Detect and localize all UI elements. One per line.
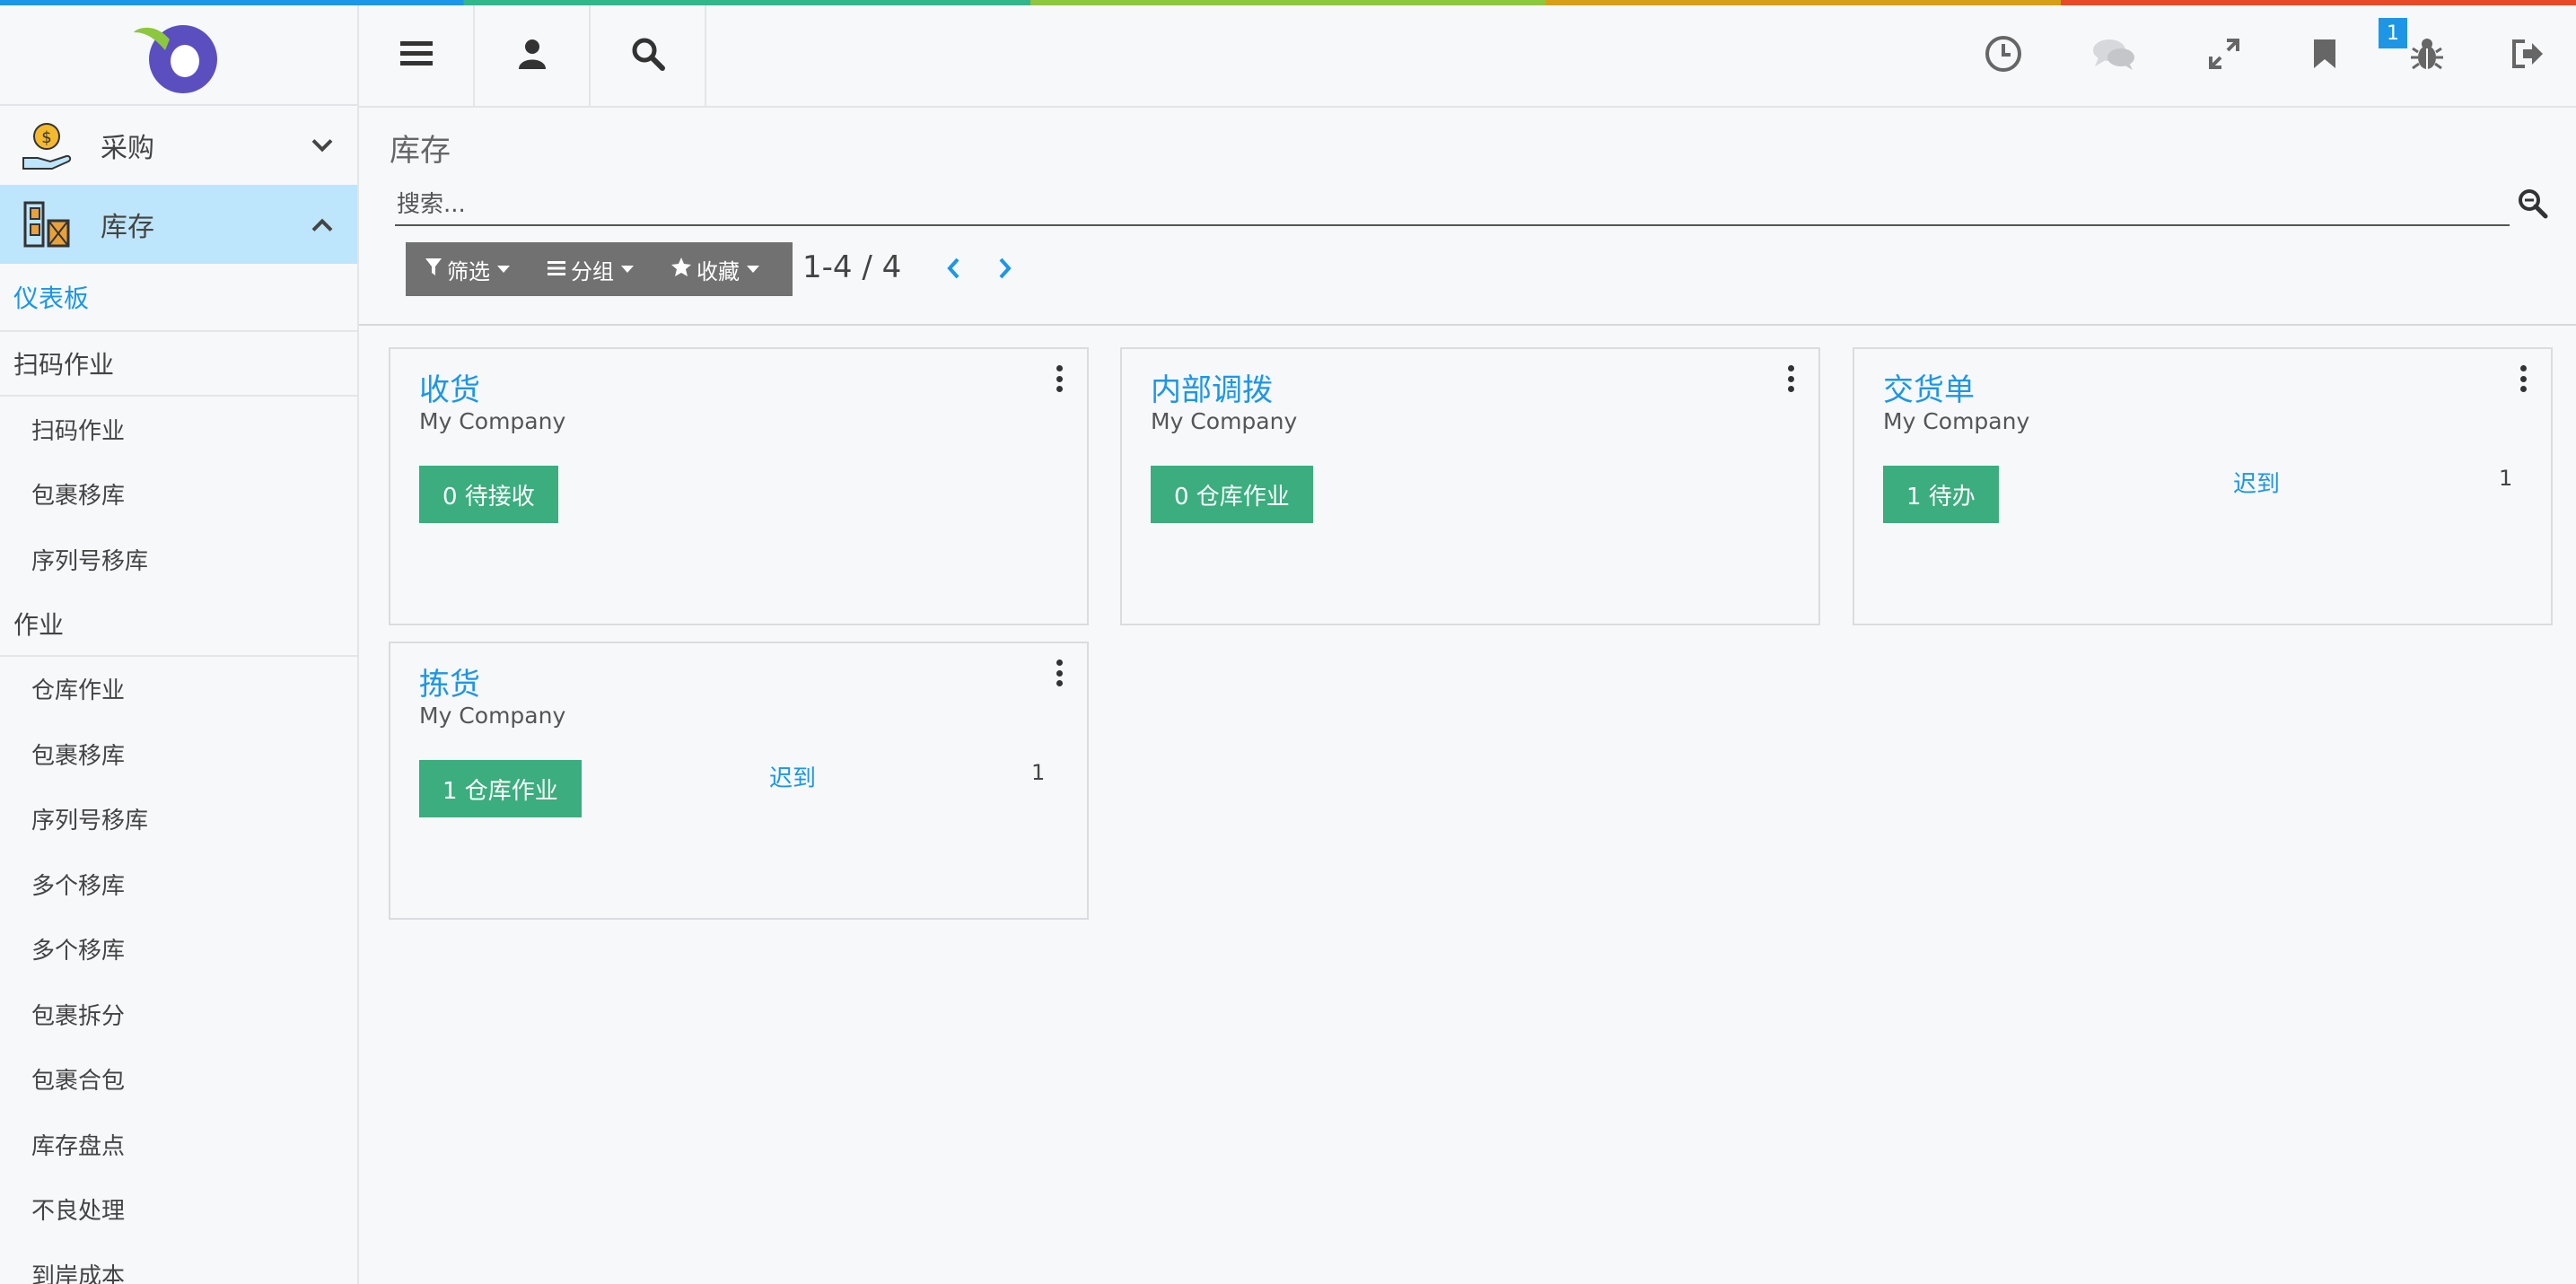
pager-next-button[interactable] <box>992 255 1019 285</box>
control-panel-divider <box>359 324 2576 326</box>
app-logo[interactable] <box>0 5 357 106</box>
menu-item-serial-transfer[interactable]: 序列号移库 <box>0 527 357 592</box>
card-late-link[interactable]: 迟到 <box>2233 466 2280 499</box>
user-icon <box>518 39 546 73</box>
kanban-card-receipts[interactable]: 收货 My Company 0 待接收 <box>389 347 1089 625</box>
purchase-icon: $ <box>20 118 74 172</box>
star-icon <box>671 257 691 282</box>
menu-item-scan-operation[interactable]: 扫码作业 <box>0 397 357 462</box>
search-options-bar: 筛选 分组 收藏 <box>406 242 793 296</box>
activity-button[interactable] <box>1982 34 2025 77</box>
activity-count-badge: 1 <box>2379 18 2407 48</box>
filter-dropdown-button[interactable]: 筛选 <box>425 242 510 296</box>
chat-icon <box>2091 36 2136 75</box>
app-purchase-label: 采购 <box>101 133 154 164</box>
search-icon <box>631 37 665 74</box>
card-title[interactable]: 拣货 <box>419 659 480 703</box>
kanban-card-internal-transfers[interactable]: 内部调拨 My Company 0 仓库作业 <box>1120 347 1820 625</box>
menu-item-package-split[interactable]: 包裹拆分 <box>0 982 357 1047</box>
menu-item-package-transfer[interactable]: 包裹移库 <box>0 462 357 528</box>
card-company: My Company <box>419 703 566 729</box>
caret-down-icon <box>621 266 634 273</box>
app-purchase[interactable]: $ 采购 <box>0 106 357 185</box>
logout-button[interactable] <box>2507 34 2550 77</box>
search-input[interactable] <box>395 187 2513 223</box>
card-late-link[interactable]: 迟到 <box>769 760 816 793</box>
card-company: My Company <box>419 408 566 434</box>
card-action-button[interactable]: 0 仓库作业 <box>1151 466 1313 523</box>
fullscreen-button[interactable] <box>2203 34 2246 77</box>
bookmark-button[interactable] <box>2303 34 2346 77</box>
caret-down-icon <box>747 266 759 273</box>
list-icon <box>548 257 565 282</box>
clock-icon <box>1984 34 2023 77</box>
sidebar: $ 采购 库存 仪表板 扫码作业 扫码作业 包裹移库 序列号移库 作业 仓库作业… <box>0 5 359 1284</box>
card-title[interactable]: 收货 <box>419 365 480 409</box>
card-company: My Company <box>1883 408 2030 434</box>
bookmark-icon <box>2312 38 2337 74</box>
menu-item-package-transfer[interactable]: 包裹移库 <box>0 721 357 787</box>
card-menu-icon[interactable] <box>1786 365 1795 392</box>
menu-toggle-button[interactable] <box>359 5 475 106</box>
card-company: My Company <box>1151 408 1298 434</box>
card-menu-icon[interactable] <box>1055 659 1064 686</box>
filter-icon <box>425 257 442 282</box>
search-submit-button[interactable] <box>2518 188 2550 221</box>
group-by-label: 分组 <box>571 258 614 284</box>
user-button[interactable] <box>475 5 591 106</box>
favorites-dropdown-button[interactable]: 收藏 <box>671 242 759 296</box>
menu-item-warehouse-operations[interactable]: 仓库作业 <box>0 657 357 722</box>
card-menu-icon[interactable] <box>2519 365 2528 392</box>
menu-category-scan[interactable]: 扫码作业 <box>0 332 357 397</box>
card-action-button[interactable]: 0 待接收 <box>419 466 558 523</box>
card-late-count[interactable]: 1 <box>1031 760 1045 785</box>
menu-item-defect-handling[interactable]: 不良处理 <box>0 1177 357 1243</box>
menu-dashboard[interactable]: 仪表板 <box>0 264 357 332</box>
chevron-up-icon[interactable] <box>311 209 334 240</box>
kanban-card-delivery-orders[interactable]: 交货单 My Company 1 待办 迟到 1 <box>1853 347 2553 625</box>
caret-down-icon <box>497 266 510 273</box>
search-field[interactable] <box>395 187 2513 226</box>
card-title[interactable]: 交货单 <box>1883 365 1975 409</box>
menu-category-operations[interactable]: 作业 <box>0 592 357 657</box>
group-by-dropdown-button[interactable]: 分组 <box>548 242 634 296</box>
pager-previous-button[interactable] <box>940 255 967 285</box>
app-inventory[interactable]: 库存 <box>0 185 357 264</box>
chat-button[interactable] <box>2092 34 2135 77</box>
card-action-button[interactable]: 1 仓库作业 <box>419 760 582 817</box>
page-title: 库存 <box>390 133 451 169</box>
card-action-button[interactable]: 1 待办 <box>1883 466 1999 523</box>
menu-item-package-merge[interactable]: 包裹合包 <box>0 1047 357 1113</box>
menu-item-landed-cost[interactable]: 到岸成本 <box>0 1242 357 1284</box>
chevron-left-icon <box>946 257 960 284</box>
app-inventory-label: 库存 <box>101 212 154 243</box>
card-title[interactable]: 内部调拨 <box>1151 365 1273 409</box>
search-icon <box>2518 189 2548 223</box>
global-search-button[interactable] <box>591 5 706 106</box>
menu-icon <box>399 39 433 72</box>
card-late-count[interactable]: 1 <box>2499 466 2512 491</box>
svg-text:$: $ <box>41 128 51 147</box>
menu-item-multi-transfer[interactable]: 多个移库 <box>0 852 357 917</box>
debug-button[interactable] <box>2405 34 2449 77</box>
logo-icon <box>134 25 217 93</box>
menu-item-inventory-count[interactable]: 库存盘点 <box>0 1112 357 1177</box>
bug-icon <box>2409 36 2445 75</box>
pager-value[interactable]: 1-4 / 4 <box>802 249 901 285</box>
favorites-label: 收藏 <box>697 258 740 284</box>
chevron-right-icon <box>998 257 1012 284</box>
top-bar: 1 <box>359 5 2576 108</box>
menu-item-multi-transfer[interactable]: 多个移库 <box>0 917 357 983</box>
inventory-icon <box>20 197 74 251</box>
chevron-down-icon[interactable] <box>311 130 334 162</box>
card-menu-icon[interactable] <box>1055 365 1064 392</box>
logout-icon <box>2510 38 2546 74</box>
kanban-card-picking[interactable]: 拣货 My Company 1 仓库作业 迟到 1 <box>389 642 1089 920</box>
menu-item-serial-transfer[interactable]: 序列号移库 <box>0 787 357 852</box>
filter-label: 筛选 <box>447 258 490 284</box>
expand-icon <box>2208 38 2240 74</box>
